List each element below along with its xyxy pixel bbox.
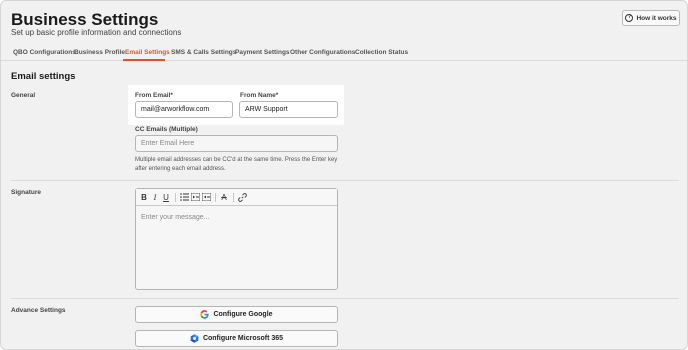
editor-toolbar: B I U A xyxy=(136,189,337,206)
signature-label: Signature xyxy=(11,189,41,196)
divider xyxy=(11,298,679,299)
tab-sms-calls-settings[interactable]: SMS & Calls Settings xyxy=(171,49,236,56)
indent-icon[interactable] xyxy=(190,192,200,202)
configure-google-button[interactable]: Configure Google xyxy=(135,306,338,323)
cc-emails-help: Multiple email addresses can be CC'd at … xyxy=(135,157,338,172)
how-it-works-label: How it works xyxy=(636,14,677,22)
toolbar-separator xyxy=(233,193,234,202)
tab-payment-settings[interactable]: Payment Settings xyxy=(235,49,290,56)
link-icon[interactable] xyxy=(237,192,247,202)
outdent-icon[interactable] xyxy=(201,192,211,202)
settings-window: Business Settings Set up basic profile i… xyxy=(0,0,688,350)
cc-emails-input[interactable]: Enter Email Here xyxy=(135,135,338,152)
general-label: General xyxy=(11,92,36,99)
google-icon xyxy=(200,310,210,319)
italic-icon[interactable]: I xyxy=(150,192,160,202)
tab-collection-status[interactable]: Collection Status xyxy=(355,49,408,56)
toolbar-separator xyxy=(215,193,216,202)
microsoft-365-icon xyxy=(190,334,199,343)
from-email-field[interactable]: mail@arworkflow.com xyxy=(135,101,233,118)
from-email-label: From Email* xyxy=(135,92,173,99)
configure-google-label: Configure Google xyxy=(213,311,273,318)
signature-placeholder: Enter your message... xyxy=(141,214,210,221)
clear-format-icon[interactable]: A xyxy=(219,192,229,202)
toolbar-separator xyxy=(175,193,176,202)
configure-microsoft-label: Configure Microsoft 365 xyxy=(202,335,284,342)
tab-qbo-configurations[interactable]: QBO Configurations xyxy=(13,49,76,56)
tab-email-settings[interactable]: Email Settings xyxy=(125,49,170,56)
section-title: Email settings xyxy=(11,71,76,82)
from-name-field[interactable]: ARW Support xyxy=(239,101,338,118)
help-icon: ? xyxy=(625,14,634,22)
signature-editor[interactable]: B I U A Enter your message... xyxy=(135,188,338,290)
tab-other-configurations[interactable]: Other Configurations xyxy=(290,49,355,56)
bold-icon[interactable]: B xyxy=(139,192,149,202)
settings-tabs: QBO Configurations Business Profile Emai… xyxy=(1,46,687,61)
active-tab-indicator xyxy=(123,59,165,61)
underline-icon[interactable]: U xyxy=(161,192,171,202)
from-name-label: From Name* xyxy=(240,92,279,99)
advance-settings-label: Advance Settings xyxy=(11,307,66,314)
tab-business-profile[interactable]: Business Profile xyxy=(74,49,125,56)
page-title: Business Settings xyxy=(11,10,159,29)
divider xyxy=(11,180,679,181)
cc-emails-label: CC Emails (Multiple) xyxy=(135,126,198,133)
bulleted-list-icon[interactable] xyxy=(179,192,189,202)
how-it-works-button[interactable]: ? How it works xyxy=(622,10,680,26)
configure-microsoft-button[interactable]: Configure Microsoft 365 xyxy=(135,330,338,347)
page-subtitle: Set up basic profile information and con… xyxy=(11,28,182,37)
